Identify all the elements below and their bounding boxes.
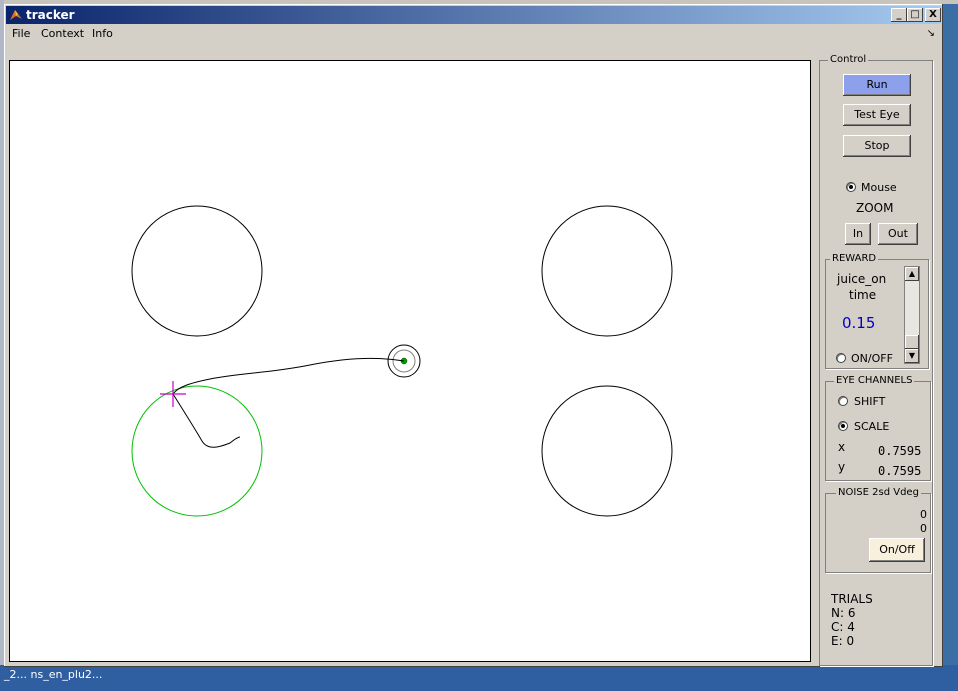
tracking-canvas xyxy=(131,205,673,517)
target-circle-bottom-left xyxy=(131,385,263,517)
scale-radio[interactable] xyxy=(838,421,848,431)
trials-c: C: 4 xyxy=(831,620,855,634)
reward-onoff-radio[interactable] xyxy=(836,353,846,363)
mouse-radio[interactable] xyxy=(846,182,856,192)
scale-label: SCALE xyxy=(854,420,890,433)
y-value: 0.7595 xyxy=(878,464,922,478)
zoom-in-button[interactable]: In xyxy=(845,223,871,245)
tracker-window: tracker _ □ X File Context Info ↘ Contro… xyxy=(4,4,943,667)
control-title: Control xyxy=(828,54,869,65)
y-label: y xyxy=(838,460,846,474)
noise-onoff-button[interactable]: On/Off xyxy=(869,538,925,562)
menu-context[interactable]: Context xyxy=(41,27,84,40)
title-bar[interactable]: tracker _ □ X xyxy=(6,6,941,24)
menu-file[interactable]: File xyxy=(12,27,30,40)
minimize-button[interactable]: _ xyxy=(891,8,907,22)
stop-button[interactable]: Stop xyxy=(843,135,911,157)
target-circle-top-left xyxy=(131,205,263,337)
target-circle-top-right xyxy=(541,205,673,337)
reward-panel: REWARD juice_on time 0.15 ON/OFF ▲ ▼ xyxy=(825,253,929,369)
control-panel: Control Run Test Eye Stop Mouse ZOOM In … xyxy=(819,54,933,666)
reward-value: 0.15 xyxy=(842,314,876,332)
mouse-label: Mouse xyxy=(861,181,897,194)
window-title: tracker xyxy=(26,8,75,22)
noise-title: NOISE 2sd Vdeg xyxy=(836,487,921,498)
reward-title: REWARD xyxy=(830,253,879,264)
eye-channels-panel: EYE CHANNELS SHIFT SCALE x 0.7595 y 0.75… xyxy=(825,375,931,481)
noise-value-2: 0 xyxy=(920,522,927,535)
reward-time-label: time xyxy=(849,288,877,302)
x-label: x xyxy=(838,440,846,454)
test-eye-button[interactable]: Test Eye xyxy=(843,104,911,126)
zoom-label: ZOOM xyxy=(856,201,894,215)
target-circle-bottom-right xyxy=(541,385,673,517)
eye-channels-title: EYE CHANNELS xyxy=(834,375,915,386)
reward-juice-label: juice_on xyxy=(837,272,887,286)
trials-title: TRIALS xyxy=(831,592,873,606)
noise-value-1: 0 xyxy=(920,508,927,521)
reward-slider[interactable]: ▲ ▼ xyxy=(904,266,920,364)
eye-cursor xyxy=(160,381,186,407)
taskbar-fragment: _2... ns_en_plu2... xyxy=(0,665,958,691)
zoom-out-button[interactable]: Out xyxy=(878,223,918,245)
reward-onoff-label: ON/OFF xyxy=(851,352,893,365)
noise-panel: NOISE 2sd Vdeg 0 0 On/Off xyxy=(825,487,931,573)
shift-radio[interactable] xyxy=(838,396,848,406)
menu-info[interactable]: Info xyxy=(92,27,113,40)
trials-e: E: 0 xyxy=(831,634,855,648)
x-value: 0.7595 xyxy=(878,444,922,458)
maximize-button[interactable]: □ xyxy=(907,8,923,22)
menu-overflow-icon[interactable]: ↘ xyxy=(927,28,935,39)
eye-trace xyxy=(172,357,405,448)
trials-n: N: 6 xyxy=(831,606,856,620)
menu-bar: File Context Info ↘ xyxy=(6,25,941,43)
tracking-axes[interactable] xyxy=(9,60,811,662)
taskbar-text: _2... ns_en_plu2... xyxy=(4,668,103,681)
matlab-icon xyxy=(10,10,22,20)
slider-down-icon[interactable]: ▼ xyxy=(905,349,919,363)
slider-thumb[interactable] xyxy=(905,335,919,349)
slider-up-icon[interactable]: ▲ xyxy=(905,267,919,281)
run-button[interactable]: Run xyxy=(843,74,911,96)
close-button[interactable]: X xyxy=(925,8,941,22)
shift-label: SHIFT xyxy=(854,395,886,408)
